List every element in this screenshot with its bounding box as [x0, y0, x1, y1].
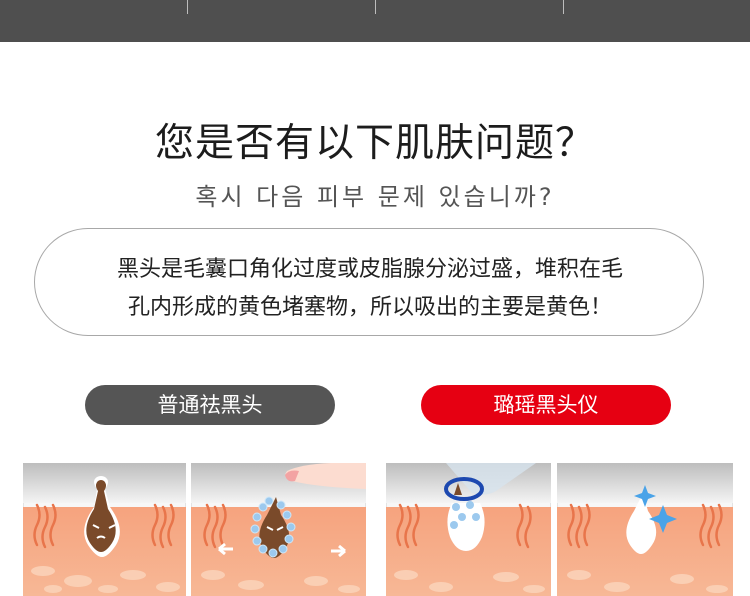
nav-divider	[375, 0, 376, 14]
description-line-2: 孔内形成的黄色堵塞物，所以吸出的主要是黄色！	[127, 295, 612, 320]
panel-blackhead	[23, 463, 186, 596]
panel-clean	[557, 463, 733, 596]
description-bubble: 黑头是毛囊口角化过度或皮脂腺分泌过盛，堆积在毛 孔内形成的黄色堵塞物，所以吸出的…	[34, 228, 704, 336]
nav-divider	[563, 0, 564, 14]
top-nav-bar	[0, 0, 750, 42]
page-title: 您是否有以下肌肤问题？	[154, 121, 595, 166]
panel-suction	[386, 463, 551, 596]
ordinary-method-label: 普通祛黑头	[85, 385, 335, 425]
panel-squeeze	[191, 463, 366, 596]
device-method-label: 璐瑶黑头仪	[421, 385, 671, 425]
nav-divider	[187, 0, 188, 14]
page-subtitle: 혹시 다음 피부 문제 있습니까?	[195, 183, 555, 211]
description-line-1: 黑头是毛囊口角化过度或皮脂腺分泌过盛，堆积在毛	[116, 257, 623, 282]
